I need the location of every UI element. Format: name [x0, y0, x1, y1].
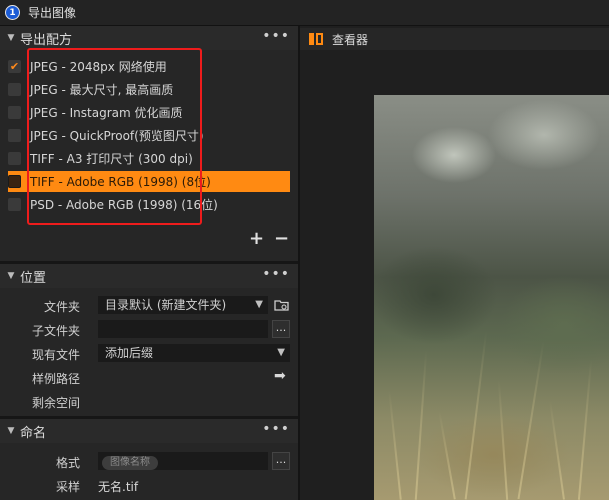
folder-value: 目录默认 (新建文件夹)	[105, 298, 227, 312]
window-title: 导出图像	[28, 6, 77, 20]
recipe-item[interactable]: JPEG - QuickProof(预览图尺寸)	[8, 125, 290, 146]
chevron-down-icon: ▼	[277, 347, 285, 358]
naming-section-title: 命名	[20, 425, 47, 441]
subfolder-row: 子文件夹 ...	[0, 318, 298, 340]
recipes-section-header[interactable]: ▼ 导出配方 •••	[0, 26, 298, 50]
recipe-checkbox[interactable]	[8, 129, 21, 142]
recipe-checkbox[interactable]: ✔	[8, 60, 21, 73]
sample-path-row: 样例路径 ➡	[0, 366, 298, 388]
recipe-label: TIFF - Adobe RGB (1998) (8位)	[30, 175, 211, 189]
naming-section-header[interactable]: ▼ 命名 •••	[0, 419, 298, 443]
existing-files-label: 现有文件	[31, 348, 80, 362]
folder-label: 文件夹	[43, 300, 80, 314]
recipe-label: PSD - Adobe RGB (1998) (16位)	[30, 198, 218, 212]
subfolder-label: 子文件夹	[31, 324, 80, 338]
sample-row: 采样 无名.tif	[0, 474, 298, 496]
recipe-label: JPEG - 2048px 网络使用	[30, 60, 167, 74]
more-options-icon[interactable]: •••	[262, 266, 290, 282]
subfolder-browse-button[interactable]: ...	[272, 320, 290, 338]
viewer-title: 查看器	[332, 32, 369, 47]
folder-dropdown[interactable]: 目录默认 (新建文件夹) ▼	[98, 296, 268, 314]
format-browse-button[interactable]: ...	[272, 452, 290, 470]
recipe-checkbox[interactable]	[8, 106, 21, 119]
recipe-item[interactable]: JPEG - Instagram 优化画质	[8, 102, 290, 123]
recipe-item-selected[interactable]: TIFF - Adobe RGB (1998) (8位)	[8, 171, 290, 192]
format-row: 格式 图像名称 ...	[0, 450, 298, 472]
sample-path-label: 样例路径	[31, 372, 80, 386]
viewer-icon	[309, 33, 323, 45]
subfolder-input[interactable]	[98, 320, 268, 338]
title-bar: 1 导出图像	[0, 0, 609, 26]
recipe-checkbox[interactable]	[8, 152, 21, 165]
recipe-item[interactable]: TIFF - A3 打印尺寸 (300 dpi)	[8, 148, 290, 169]
recipe-item[interactable]: JPEG - 最大尺寸, 最高画质	[8, 79, 290, 100]
free-space-label: 剩余空间	[31, 396, 80, 410]
recipe-label: JPEG - QuickProof(预览图尺寸)	[30, 129, 204, 143]
remove-recipe-button[interactable]: −	[274, 228, 289, 249]
chevron-down-icon[interactable]: ▼	[2, 426, 20, 436]
chevron-down-icon: ▼	[255, 299, 263, 310]
location-section-title: 位置	[20, 270, 47, 286]
folder-row: 文件夹 目录默认 (新建文件夹) ▼	[0, 294, 298, 316]
app-logo-icon: 1	[5, 5, 20, 20]
location-section-header[interactable]: ▼ 位置 •••	[0, 264, 298, 288]
chevron-down-icon[interactable]: ▼	[2, 271, 20, 281]
arrow-right-icon[interactable]: ➡	[274, 368, 286, 384]
format-label: 格式	[55, 456, 80, 470]
existing-files-dropdown[interactable]: 添加后缀 ▼	[98, 344, 290, 362]
free-space-row: 剩余空间	[0, 390, 298, 412]
sample-value: 无名.tif	[98, 480, 139, 494]
recipe-item[interactable]: PSD - Adobe RGB (1998) (16位)	[8, 194, 290, 215]
recipe-checkbox[interactable]	[8, 175, 21, 188]
preview-image[interactable]	[374, 95, 609, 500]
recipes-section-title: 导出配方	[20, 32, 73, 48]
recipe-item[interactable]: ✔ JPEG - 2048px 网络使用	[8, 56, 290, 77]
folder-icon[interactable]	[274, 298, 290, 312]
image-name-token[interactable]: 图像名称	[102, 456, 158, 470]
format-input[interactable]: 图像名称	[98, 452, 268, 470]
add-recipe-button[interactable]: +	[249, 228, 264, 249]
recipe-label: JPEG - 最大尺寸, 最高画质	[30, 83, 174, 97]
recipe-label: TIFF - A3 打印尺寸 (300 dpi)	[30, 152, 193, 166]
existing-files-value: 添加后缀	[105, 346, 154, 360]
sample-label: 采样	[55, 480, 80, 494]
recipe-label: JPEG - Instagram 优化画质	[30, 106, 183, 120]
more-options-icon[interactable]: •••	[262, 28, 290, 44]
chevron-down-icon[interactable]: ▼	[2, 33, 20, 43]
more-options-icon[interactable]: •••	[262, 421, 290, 437]
recipe-checkbox[interactable]	[8, 198, 21, 211]
recipe-checkbox[interactable]	[8, 83, 21, 96]
viewer-header: 查看器	[300, 28, 609, 50]
existing-files-row: 现有文件 添加后缀 ▼	[0, 342, 298, 364]
